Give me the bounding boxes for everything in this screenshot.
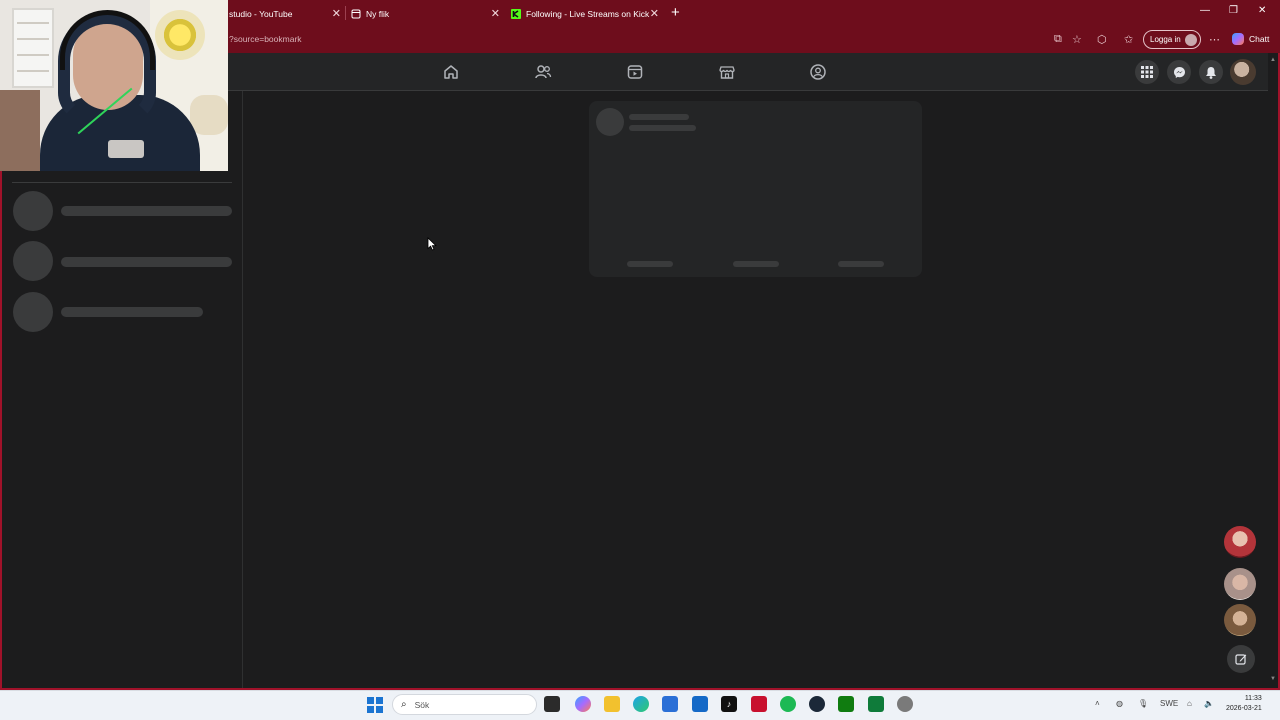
spotify-icon[interactable] bbox=[780, 696, 796, 712]
pillow bbox=[190, 95, 228, 135]
kick-icon bbox=[511, 9, 521, 19]
copilot-chat-button[interactable]: Chatt bbox=[1232, 33, 1269, 45]
skeleton-line bbox=[629, 114, 689, 120]
favorite-star-icon[interactable]: ☆ bbox=[1072, 33, 1082, 46]
outlook-icon[interactable] bbox=[692, 696, 708, 712]
menu-grid-button[interactable] bbox=[1135, 60, 1159, 84]
hoodie-print bbox=[108, 140, 144, 158]
lamp bbox=[155, 10, 205, 60]
login-label: Logga in bbox=[1150, 35, 1181, 44]
network-icon[interactable]: ⌂ bbox=[1187, 699, 1192, 708]
close-tab-icon[interactable]: ✕ bbox=[650, 7, 659, 20]
skeleton-avatar bbox=[13, 191, 53, 231]
groups-icon[interactable] bbox=[809, 63, 827, 81]
search-icon: ⌕ bbox=[401, 699, 407, 710]
task-view-icon[interactable] bbox=[544, 696, 560, 712]
skeleton-action-share bbox=[838, 261, 884, 267]
taskbar-clock[interactable]: 11:33 2026-03-21 bbox=[1226, 694, 1262, 714]
edge-icon[interactable] bbox=[633, 696, 649, 712]
scroll-up-icon[interactable]: ▲ bbox=[1270, 57, 1276, 63]
tab-title: studio - YouTube bbox=[229, 9, 293, 19]
profile-placeholder-icon bbox=[1185, 34, 1197, 46]
login-button[interactable]: Logga in bbox=[1143, 30, 1201, 49]
skeleton-line bbox=[61, 206, 232, 216]
tab-youtube-studio[interactable]: studio - YouTube ✕ bbox=[229, 4, 341, 24]
chair bbox=[0, 90, 40, 171]
video-icon[interactable] bbox=[626, 63, 644, 81]
steam-icon[interactable] bbox=[809, 696, 825, 712]
volume-icon[interactable]: 🔈 bbox=[1204, 699, 1214, 708]
copilot-icon bbox=[1232, 33, 1244, 45]
tab-title: Following - Live Streams on Kick bbox=[526, 9, 650, 19]
app-available-icon[interactable]: ⧉ bbox=[1054, 33, 1062, 46]
contact-avatar[interactable] bbox=[1224, 604, 1256, 636]
skeleton-avatar bbox=[13, 241, 53, 281]
tidal-icon[interactable] bbox=[751, 696, 767, 712]
skeleton-line bbox=[629, 125, 696, 131]
contact-avatar[interactable] bbox=[1224, 568, 1256, 600]
tray-app-icon[interactable]: ◍ bbox=[1116, 699, 1123, 708]
skeleton-action-like bbox=[627, 261, 673, 267]
new-message-button[interactable] bbox=[1227, 645, 1255, 673]
close-window-icon[interactable]: ✕ bbox=[1258, 5, 1266, 16]
skeleton-line bbox=[61, 257, 232, 267]
folder-icon[interactable] bbox=[604, 696, 620, 712]
skeleton-line bbox=[61, 307, 203, 317]
page-scrollbar[interactable] bbox=[1268, 53, 1278, 690]
new-tab-button[interactable]: + bbox=[671, 4, 680, 22]
copilot-icon[interactable] bbox=[575, 696, 591, 712]
tab-divider bbox=[345, 6, 346, 20]
tab-title: Ny flik bbox=[366, 9, 390, 19]
chat-label: Chatt bbox=[1249, 34, 1270, 44]
settings-icon[interactable] bbox=[897, 696, 913, 712]
mouse-cursor-icon bbox=[427, 237, 437, 251]
clock-date: 2026-03-21 bbox=[1226, 705, 1262, 712]
taskbar-search[interactable]: ⌕ Sök bbox=[392, 694, 537, 715]
search-placeholder: Sök bbox=[414, 699, 430, 710]
minimize-icon[interactable]: — bbox=[1200, 5, 1210, 16]
skeleton-avatar bbox=[13, 292, 53, 332]
skeleton-avatar bbox=[596, 108, 624, 136]
notifications-button[interactable] bbox=[1199, 60, 1223, 84]
show-hidden-icons-icon[interactable]: ˄ bbox=[1095, 699, 1100, 708]
xbox-icon[interactable] bbox=[838, 696, 854, 712]
close-tab-icon[interactable]: ✕ bbox=[491, 7, 500, 20]
skeleton-action-comment bbox=[733, 261, 779, 267]
extensions-icon[interactable]: ⬡ bbox=[1097, 33, 1107, 46]
app-icon[interactable] bbox=[868, 696, 884, 712]
compose-icon bbox=[1235, 654, 1247, 665]
favorites-icon[interactable]: ✩ bbox=[1124, 33, 1133, 46]
account-avatar[interactable] bbox=[1230, 59, 1256, 85]
close-tab-icon[interactable]: ✕ bbox=[332, 7, 341, 20]
messenger-button[interactable] bbox=[1167, 60, 1191, 84]
sidebar-divider bbox=[12, 182, 232, 183]
bookshelf bbox=[12, 8, 54, 88]
home-icon[interactable] bbox=[442, 63, 460, 81]
messenger-icon bbox=[1173, 66, 1185, 78]
tab-kick[interactable]: Following - Live Streams on Kick ✕ bbox=[511, 4, 659, 24]
url-field[interactable]: ?source=bookmark bbox=[229, 34, 302, 44]
left-sidebar bbox=[2, 91, 243, 688]
screen: studio - YouTube ✕ Ny flik ✕ Following -… bbox=[0, 0, 1280, 720]
more-menu-icon[interactable]: ⋯ bbox=[1209, 33, 1220, 46]
scroll-down-icon[interactable]: ▼ bbox=[1270, 676, 1276, 682]
webcam-overlay bbox=[0, 0, 228, 171]
contact-avatar[interactable] bbox=[1224, 526, 1256, 558]
language-indicator[interactable]: SWE bbox=[1160, 699, 1178, 708]
start-button[interactable] bbox=[367, 697, 383, 713]
marketplace-icon[interactable] bbox=[718, 63, 736, 81]
tiktok-icon[interactable]: ♪ bbox=[721, 696, 737, 712]
store-icon[interactable] bbox=[662, 696, 678, 712]
headphones bbox=[60, 10, 155, 70]
page-icon bbox=[351, 9, 361, 19]
clock-time: 11:33 bbox=[1244, 695, 1262, 702]
tab-new[interactable]: Ny flik ✕ bbox=[351, 4, 500, 24]
notifications-icon bbox=[1206, 66, 1216, 79]
microphone-icon[interactable]: 🎙 bbox=[1138, 699, 1148, 708]
restore-icon[interactable]: ❐ bbox=[1229, 5, 1238, 16]
friends-icon[interactable] bbox=[534, 63, 552, 81]
menu-grid-icon bbox=[1141, 66, 1153, 78]
